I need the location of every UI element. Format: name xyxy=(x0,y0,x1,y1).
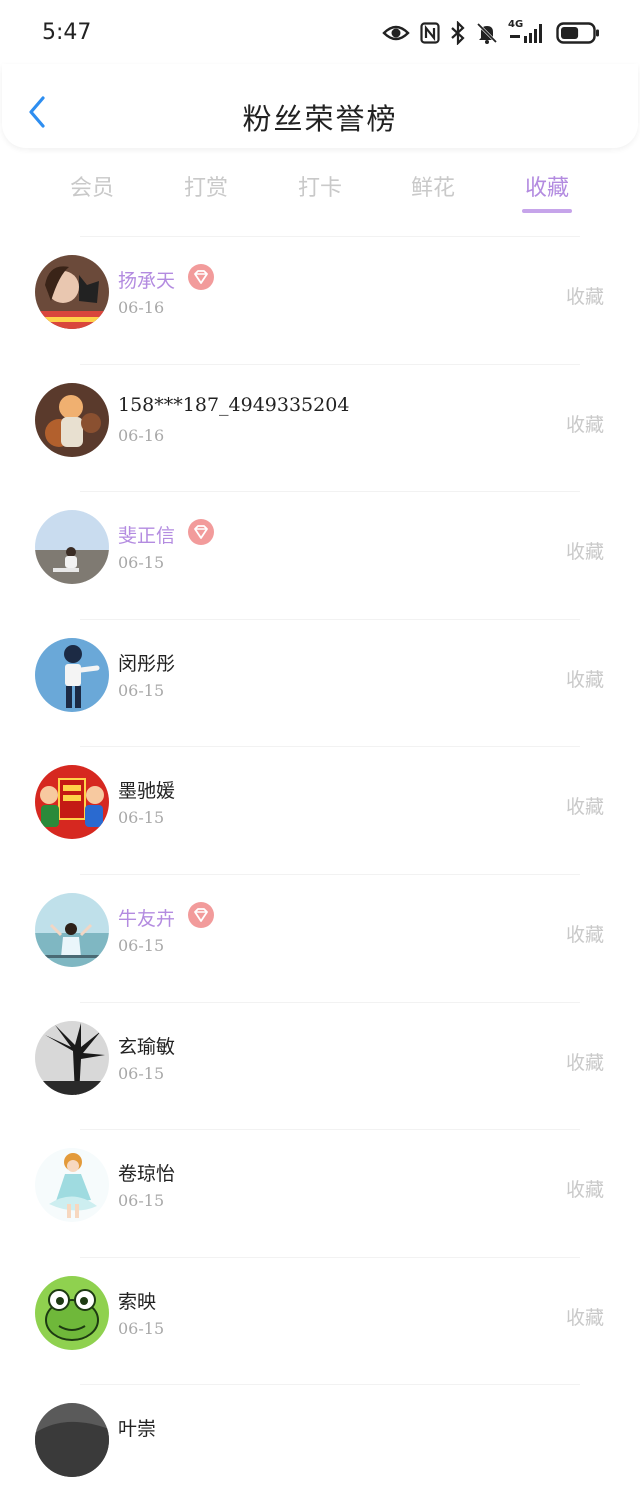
avatar xyxy=(35,1020,109,1095)
fan-date: 06-15 xyxy=(118,1191,165,1211)
avatar xyxy=(35,765,109,840)
avatar xyxy=(35,382,109,457)
fan-date: 06-15 xyxy=(118,553,165,573)
status-icons: 4G xyxy=(382,19,600,46)
favorite-label: 收藏 xyxy=(565,413,604,436)
diamond-icon xyxy=(194,908,208,922)
signal-indicator: 4G xyxy=(508,19,546,45)
avatar-image xyxy=(35,765,109,840)
avatar xyxy=(35,892,109,967)
nfc-icon xyxy=(420,22,440,44)
tab-active-indicator xyxy=(522,209,572,213)
bluetooth-icon xyxy=(451,21,465,45)
avatar-image xyxy=(35,1148,109,1223)
list-item[interactable]: 牛友卉 06-15 收藏 xyxy=(0,873,640,1002)
fan-date: 06-16 xyxy=(118,425,165,445)
fan-name: 扬承天 xyxy=(118,270,176,292)
page-title: 粉丝荣誉榜 xyxy=(242,102,398,136)
status-time: 5:47 xyxy=(42,20,92,45)
favorite-label: 收藏 xyxy=(565,1306,604,1329)
avatar-image xyxy=(35,1275,109,1350)
favorite-label: 收藏 xyxy=(565,796,604,819)
list-item[interactable]: 墨驰媛 06-15 收藏 xyxy=(0,746,640,874)
fan-name: 叶崇 xyxy=(118,1418,157,1441)
tab-bar: 会员 打赏 打卡 鲜花 收藏 xyxy=(0,166,640,222)
tab-checkin[interactable]: 打卡 xyxy=(275,170,365,202)
avatar xyxy=(35,637,109,712)
fan-name: 卷琼怡 xyxy=(118,1163,176,1186)
avatar-image xyxy=(35,510,109,585)
signal-icon xyxy=(510,24,542,43)
avatar-image xyxy=(35,255,109,329)
list-item[interactable]: 158***187_4949335204 06-16 收藏 xyxy=(0,363,640,492)
favorite-label: 收藏 xyxy=(565,1179,604,1202)
avatar xyxy=(35,1403,109,1478)
avatar xyxy=(35,1275,109,1350)
avatar-image xyxy=(35,637,109,712)
header-bar: 粉丝荣誉榜 xyxy=(2,64,638,148)
vip-badge xyxy=(188,901,214,928)
eye-icon xyxy=(382,25,410,41)
list-item[interactable]: 玄瑜敏 06-15 收藏 xyxy=(0,1001,640,1130)
fan-date: 06-15 xyxy=(118,680,165,700)
avatar-image xyxy=(35,1403,109,1478)
fan-date: 06-15 xyxy=(118,935,165,955)
bell-muted-icon xyxy=(476,22,498,44)
fan-name: 牛友卉 xyxy=(118,907,176,930)
battery-icon xyxy=(556,22,599,44)
list-item[interactable]: 扬承天 06-16 收藏 xyxy=(0,236,640,364)
fan-name: 墨驰媛 xyxy=(118,780,176,803)
fan-date: 06-16 xyxy=(118,298,165,317)
favorite-label: 收藏 xyxy=(565,668,604,691)
fan-date: 06-15 xyxy=(118,808,165,828)
vip-badge xyxy=(188,519,214,546)
fan-date: 06-15 xyxy=(118,1063,165,1083)
avatar-image xyxy=(35,1020,109,1095)
avatar-image xyxy=(35,892,109,967)
list-item[interactable]: 卷琼怡 06-15 收藏 xyxy=(0,1129,640,1257)
tab-member[interactable]: 会员 xyxy=(47,170,137,202)
tab-favorites[interactable]: 收藏 xyxy=(502,170,592,202)
favorite-label: 收藏 xyxy=(565,541,604,564)
tab-flowers[interactable]: 鲜花 xyxy=(388,170,478,202)
list-item[interactable]: 索映 06-15 收藏 xyxy=(0,1256,640,1385)
fan-list: 扬承天 06-16 收藏 158***187_4949335204 06-16 … xyxy=(0,236,640,1512)
fan-name: 斐正信 xyxy=(118,525,176,548)
favorite-label: 收藏 xyxy=(565,1051,604,1074)
fan-date: 06-15 xyxy=(118,1318,165,1338)
diamond-icon xyxy=(194,525,208,540)
fan-name: 索映 xyxy=(118,1290,157,1313)
diamond-icon xyxy=(194,270,208,284)
fan-name: 158***187_4949335204 xyxy=(118,393,350,416)
avatar xyxy=(35,510,109,585)
avatar xyxy=(35,1148,109,1223)
vip-badge xyxy=(188,264,214,290)
list-item[interactable]: 闵彤彤 06-15 收藏 xyxy=(0,618,640,747)
list-item[interactable]: 斐正信 06-15 收藏 xyxy=(0,491,640,619)
avatar-image xyxy=(35,382,109,457)
tab-tip[interactable]: 打赏 xyxy=(161,170,251,202)
favorite-label: 收藏 xyxy=(565,923,604,946)
fan-name: 闵彤彤 xyxy=(118,652,176,675)
avatar xyxy=(35,255,109,329)
favorite-label: 收藏 xyxy=(565,286,604,308)
fan-name: 玄瑜敏 xyxy=(118,1035,176,1058)
status-bar: 5:47 4G xyxy=(0,0,640,64)
list-item[interactable]: 叶崇 xyxy=(0,1384,640,1512)
